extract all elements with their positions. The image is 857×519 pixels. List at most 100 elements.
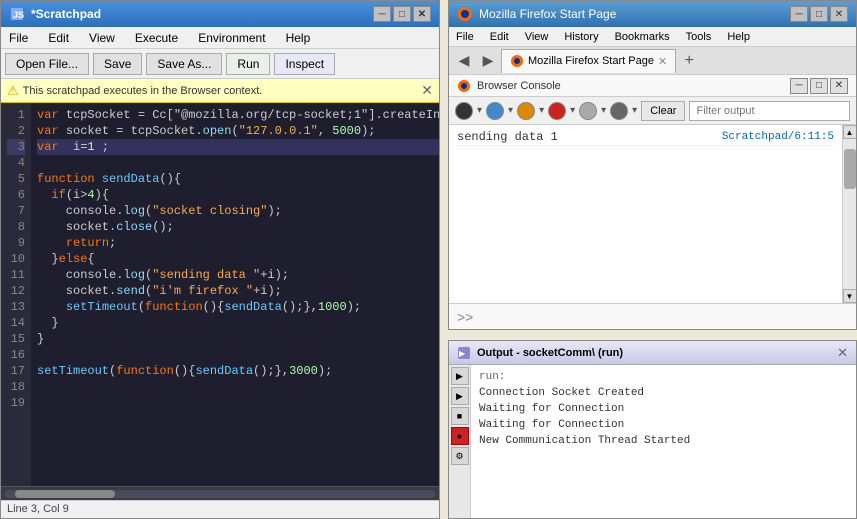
ff-restore-button[interactable]: □: [810, 6, 828, 22]
code-line-11: console.log("sending data "+i);: [37, 267, 439, 283]
output-title: Output - socketComm\ (run): [477, 347, 623, 359]
firefox-menubar: File Edit View History Bookmarks Tools H…: [449, 27, 856, 47]
ff-menu-help[interactable]: Help: [724, 30, 753, 44]
firefox-title: Mozilla Firefox Start Page: [479, 7, 616, 21]
filter-all-button[interactable]: [455, 102, 473, 120]
line-numbers: 1 2 3 4 5 6 7 8 9 10 11 12 13 14 15 16 1…: [1, 103, 31, 486]
console-vscroll[interactable]: ▲ ▼: [842, 125, 856, 303]
ff-minimize-button[interactable]: ─: [790, 6, 808, 22]
scratchpad-icon: JS: [9, 6, 25, 22]
open-file-button[interactable]: Open File...: [5, 53, 89, 75]
output-text: run: Connection Socket Created Waiting f…: [471, 365, 856, 518]
filter-warn-button[interactable]: [517, 102, 535, 120]
filter-input[interactable]: [689, 101, 850, 121]
menu-help[interactable]: Help: [282, 30, 315, 46]
ff-menu-view[interactable]: View: [522, 30, 552, 44]
ff-menu-file[interactable]: File: [453, 30, 477, 44]
filter-debug-button[interactable]: [610, 102, 628, 120]
restore-button[interactable]: □: [393, 6, 411, 22]
save-as-button[interactable]: Save As...: [146, 53, 222, 75]
code-line-14: }: [37, 315, 439, 331]
save-button[interactable]: Save: [93, 53, 142, 75]
warning-icon: ⚠: [7, 83, 19, 99]
run-button[interactable]: Run: [226, 53, 270, 75]
ff-menu-history[interactable]: History: [561, 30, 601, 44]
close-button[interactable]: ✕: [413, 6, 431, 22]
bc-restore-button[interactable]: □: [810, 78, 828, 94]
cursor-position: Line 3, Col 9: [7, 503, 69, 515]
warning-close-button[interactable]: ✕: [421, 82, 433, 99]
firefox-start-tab[interactable]: Mozilla Firefox Start Page ✕: [501, 49, 676, 73]
code-line-19: [37, 395, 439, 411]
warning-text: This scratchpad executes in the Browser …: [23, 85, 263, 97]
firefox-tab-icon: [510, 54, 524, 68]
firefox-icon: [457, 6, 473, 22]
bc-minimize-button[interactable]: ─: [790, 78, 808, 94]
ff-menu-edit[interactable]: Edit: [487, 30, 512, 44]
bc-close-button[interactable]: ✕: [830, 78, 848, 94]
svg-text:JS: JS: [13, 10, 24, 20]
tab-close-button[interactable]: ✕: [658, 55, 667, 68]
filter-info-chevron[interactable]: ▾: [508, 105, 513, 116]
code-line-5: function sendData(){: [37, 171, 439, 187]
scratchpad-menubar: File Edit View Execute Environment Help: [1, 27, 439, 49]
code-line-12: socket.send("i'm firefox "+i);: [37, 283, 439, 299]
output-line-3: Waiting for Connection: [479, 417, 848, 433]
code-line-8: socket.close();: [37, 219, 439, 235]
new-tab-button[interactable]: +: [678, 50, 700, 72]
code-line-9: return;: [37, 235, 439, 251]
warning-bar: ⚠ This scratchpad executes in the Browse…: [1, 79, 439, 103]
code-line-6: if(i>4){: [37, 187, 439, 203]
menu-view[interactable]: View: [85, 30, 119, 46]
inspect-button[interactable]: Inspect: [274, 53, 335, 75]
ff-menu-tools[interactable]: Tools: [683, 30, 715, 44]
output-line-run: run:: [479, 369, 848, 385]
filter-info-button[interactable]: [486, 102, 504, 120]
console-message-source[interactable]: Scratchpad/6:11:5: [722, 131, 834, 143]
output-run2-button[interactable]: ▶: [451, 387, 469, 405]
output-record-button[interactable]: ●: [451, 427, 469, 445]
ff-menu-bookmarks[interactable]: Bookmarks: [612, 30, 673, 44]
filter-error-button[interactable]: [548, 102, 566, 120]
clear-button[interactable]: Clear: [641, 101, 685, 121]
console-input-arrow: >>: [457, 309, 473, 325]
code-line-16: [37, 347, 439, 363]
output-settings-button[interactable]: ⚙: [451, 447, 469, 465]
console-input-row: >>: [449, 303, 856, 329]
code-content[interactable]: var tcpSocket = Cc["@mozilla.org/tcp-soc…: [31, 103, 439, 486]
ff-close-button[interactable]: ✕: [830, 6, 848, 22]
filter-debug-chevron[interactable]: ▾: [632, 105, 637, 116]
forward-button[interactable]: ▶: [477, 50, 499, 72]
menu-file[interactable]: File: [5, 30, 32, 46]
vscroll-down-button[interactable]: ▼: [843, 289, 857, 303]
filter-warn-chevron[interactable]: ▾: [539, 105, 544, 116]
code-editor[interactable]: 1 2 3 4 5 6 7 8 9 10 11 12 13 14 15 16 1…: [1, 103, 439, 486]
vscroll-up-button[interactable]: ▲: [843, 125, 857, 139]
code-line-17: setTimeout(function(){sendData();},3000)…: [37, 363, 439, 379]
output-stop-button[interactable]: ■: [451, 407, 469, 425]
minimize-button[interactable]: ─: [373, 6, 391, 22]
firefox-window: Mozilla Firefox Start Page ─ □ ✕ File Ed…: [448, 0, 857, 330]
editor-hscroll[interactable]: [1, 486, 439, 500]
browser-console-titlebar: Browser Console ─ □ ✕: [449, 75, 856, 97]
tab-label: Mozilla Firefox Start Page: [528, 55, 654, 67]
code-line-7: console.log("socket closing");: [37, 203, 439, 219]
output-sidetoolbar: ▶ ▶ ■ ● ⚙: [449, 365, 471, 518]
code-line-3: var i=1 ;: [37, 139, 439, 155]
code-line-2: var socket = tcpSocket.open("127.0.0.1",…: [37, 123, 439, 139]
scratchpad-toolbar: Open File... Save Save As... Run Inspect: [1, 49, 439, 79]
menu-execute[interactable]: Execute: [131, 30, 182, 46]
filter-log-chevron[interactable]: ▾: [601, 105, 606, 116]
output-run-button[interactable]: ▶: [451, 367, 469, 385]
console-message-text: sending data 1: [457, 130, 558, 144]
menu-edit[interactable]: Edit: [44, 30, 73, 46]
code-line-4: [37, 155, 439, 171]
menu-environment[interactable]: Environment: [194, 30, 269, 46]
output-line-1: Connection Socket Created: [479, 385, 848, 401]
code-line-15: }: [37, 331, 439, 347]
filter-all-chevron[interactable]: ▾: [477, 105, 482, 116]
back-button[interactable]: ◀: [453, 50, 475, 72]
output-close-button[interactable]: ✕: [837, 345, 848, 361]
filter-error-chevron[interactable]: ▾: [570, 105, 575, 116]
filter-log-button[interactable]: [579, 102, 597, 120]
